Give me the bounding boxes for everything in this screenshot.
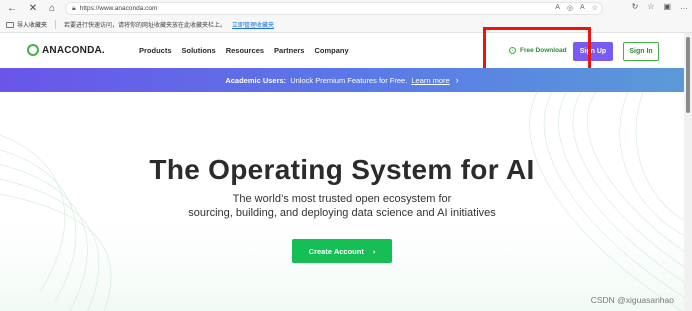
anaconda-logo[interactable]: ANACONDA. <box>27 44 105 56</box>
chevron-right-icon[interactable]: › <box>456 75 459 85</box>
lock-icon: 🔒︎ <box>72 4 76 12</box>
learn-more-link[interactable]: Learn more <box>411 76 449 85</box>
favorites-message: 若要进行快速访问，请将你的网址收藏夹放在此收藏夹栏上。 <box>64 23 227 29</box>
favorites-icon[interactable]: ☆ <box>647 2 654 11</box>
home-icon[interactable]: ⌂ <box>45 2 59 16</box>
divider <box>55 20 57 29</box>
hero-subtitle: The world’s most trusted open ecosystem … <box>0 192 684 220</box>
folder-icon <box>6 21 14 28</box>
hero-subtitle-line-1: The world’s most trusted open ecosystem … <box>232 193 452 205</box>
more-icon[interactable]: … <box>680 2 688 11</box>
translate-icon[interactable]: A <box>555 4 560 12</box>
scrollbar-thumb[interactable] <box>686 37 690 113</box>
favorite-star-icon[interactable]: ☆ <box>592 4 598 12</box>
nav-company[interactable]: Company <box>314 46 348 55</box>
hero-section: The Operating System for AI The world’s … <box>0 92 684 311</box>
nav-partners[interactable]: Partners <box>274 46 304 55</box>
import-favorites[interactable]: 导入收藏夹 <box>6 20 47 29</box>
csdn-watermark: CSDN @xiguasanhao <box>590 295 674 305</box>
logo-text: ANACONDA. <box>42 44 105 56</box>
browser-toolbar: ← ✕ ⌂ 🔒︎ https://www.anaconda.com A ◎ A … <box>0 0 692 17</box>
read-aloud-icon[interactable]: A <box>580 4 585 12</box>
chevron-right-icon: › <box>372 246 376 256</box>
browser-actions: ↻ ☆ ▣ … <box>632 2 688 11</box>
app-icon[interactable]: ◎ <box>567 4 573 12</box>
nav-solutions[interactable]: Solutions <box>182 46 216 55</box>
page-scrollbar[interactable] <box>684 33 692 311</box>
create-account-label: Create Account <box>308 246 364 256</box>
screen: ← ✕ ⌂ 🔒︎ https://www.anaconda.com A ◎ A … <box>0 0 692 311</box>
academic-banner: Academic Users: Unlock Premium Features … <box>0 68 684 92</box>
anaconda-ring-icon <box>27 44 39 56</box>
hero-title: The Operating System for AI <box>149 154 535 185</box>
main-nav: Products Solutions Resources Partners Co… <box>139 46 349 55</box>
hero-subtitle-line-2: sourcing, building, and deploying data s… <box>188 207 496 219</box>
refresh-icon[interactable]: ↻ <box>632 2 639 11</box>
address-bar[interactable]: 🔒︎ https://www.anaconda.com A ◎ A ☆ <box>65 2 603 15</box>
create-account-button[interactable]: Create Account › <box>292 239 392 263</box>
sign-in-button[interactable]: Sign In <box>623 42 659 61</box>
banner-heading: Academic Users: <box>225 75 287 85</box>
banner-text: Unlock Premium Features for Free. <box>290 75 408 85</box>
nav-resources[interactable]: Resources <box>226 46 264 55</box>
import-favorites-label: 导入收藏夹 <box>17 23 48 29</box>
close-icon[interactable]: ✕ <box>26 2 40 16</box>
back-arrow-icon[interactable]: ← <box>5 2 19 16</box>
manage-favorites-link[interactable]: 立即管理收藏夹 <box>232 20 274 29</box>
nav-products[interactable]: Products <box>139 46 172 55</box>
address-actions: A ◎ A ☆ <box>555 4 598 12</box>
address-url: https://www.anaconda.com <box>79 5 158 12</box>
collections-icon[interactable]: ▣ <box>663 2 671 11</box>
